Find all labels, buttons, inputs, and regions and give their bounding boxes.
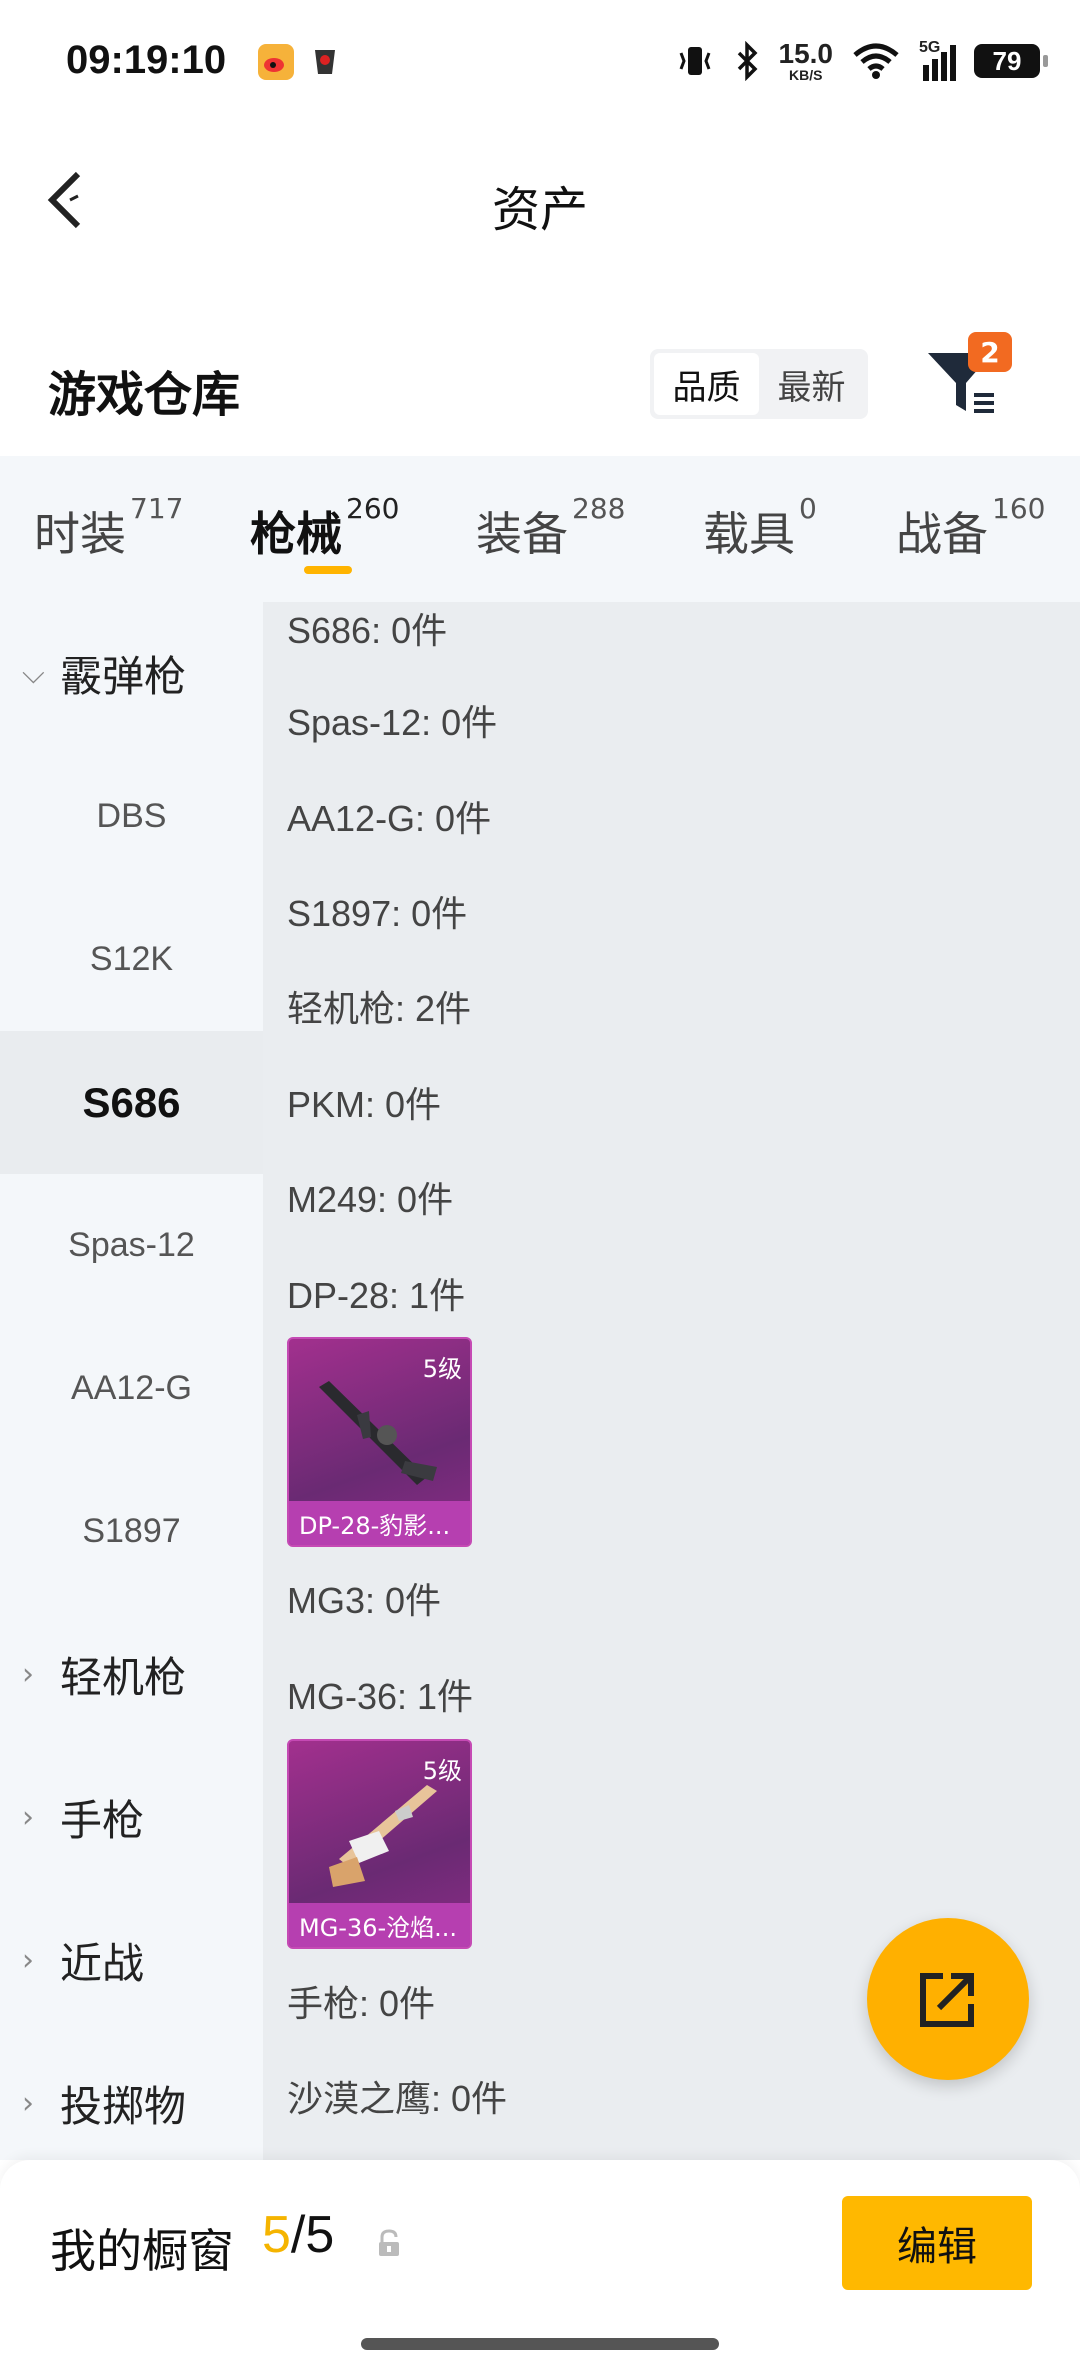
- tab-count: 717: [130, 492, 184, 525]
- share-icon: [920, 1973, 974, 2027]
- sidebar-item-label: S686: [82, 1078, 181, 1126]
- list-item: MG-36: 1件: [287, 1676, 474, 1717]
- sidebar-item-label: Spas-12: [68, 1226, 195, 1264]
- page-title: 资产: [491, 182, 588, 238]
- warehouse-title: 游戏仓库: [48, 367, 241, 423]
- sidebar-item-s1897[interactable]: S1897: [0, 1460, 263, 1603]
- sort-newest-button[interactable]: 最新: [759, 353, 864, 415]
- share-fab[interactable]: [867, 1918, 1029, 2080]
- lmg-skin-icon: [329, 1785, 437, 1887]
- battery-icon: 79: [974, 44, 1048, 78]
- showcase-count: 5/5: [262, 2205, 334, 2265]
- app-notification-icon: [310, 44, 340, 80]
- sidebar-item-label: 轻机枪: [60, 1653, 187, 1702]
- list-item: 手枪: 0件: [287, 1983, 436, 2024]
- lock-icon: [379, 2229, 399, 2256]
- sidebar-item-s686[interactable]: S686: [0, 1031, 263, 1174]
- sidebar-item-lmg[interactable]: › 轻机枪: [0, 1603, 263, 1746]
- sidebar-item-label: 霰弹枪: [60, 652, 187, 701]
- chevron-right-icon: ›: [22, 1800, 34, 1835]
- home-indicator[interactable]: [361, 2338, 719, 2350]
- tab-label: 装备: [476, 507, 568, 561]
- tab-label: 枪械: [250, 507, 342, 561]
- tab-supplies[interactable]: 战备 160: [896, 492, 1045, 564]
- sidebar-item-throwables[interactable]: › 投掷物: [0, 2032, 263, 2175]
- weapon-category-sidebar: ⌵ 霰弹枪 DBS S12K S686 Spas-12 AA12-G S1897…: [0, 602, 263, 2160]
- sidebar-item-melee[interactable]: › 近战: [0, 1889, 263, 2032]
- sidebar-item-spas12[interactable]: Spas-12: [0, 1174, 263, 1317]
- active-tab-indicator: [304, 566, 352, 574]
- card-name: MG-36-沧焰...: [289, 1903, 470, 1947]
- showcase-total: 5: [305, 2206, 335, 2264]
- sidebar-item-label: 手枪: [60, 1796, 145, 1845]
- chevron-right-icon: ›: [22, 1657, 34, 1692]
- chevron-right-icon: ›: [22, 2086, 34, 2121]
- sidebar-item-aa12g[interactable]: AA12-G: [0, 1317, 263, 1460]
- sidebar-item-label: 投掷物: [60, 2082, 187, 2131]
- tab-fashion[interactable]: 时装 717: [34, 492, 183, 564]
- sidebar-item-shotgun[interactable]: ⌵ 霰弹枪: [0, 602, 263, 745]
- sidebar-item-label: S1897: [82, 1512, 181, 1550]
- tab-count: 260: [346, 492, 400, 525]
- tab-label: 时装: [34, 507, 126, 561]
- cell-signal-icon: 5G: [919, 39, 956, 81]
- list-item: AA12-G: 0件: [287, 798, 492, 839]
- weapon-skin-card[interactable]: 5级 MG-36-沧焰...: [287, 1739, 472, 1949]
- bluetooth-icon: [737, 41, 757, 81]
- tab-count: 0: [799, 492, 817, 525]
- vibrate-icon: [679, 47, 710, 75]
- sidebar-item-label: 近战: [60, 1939, 145, 1988]
- list-item: MG3: 0件: [287, 1580, 442, 1621]
- edit-button[interactable]: 编辑: [842, 2196, 1032, 2290]
- showcase-separator: /: [290, 2206, 306, 2264]
- list-item: S686: 0件: [287, 610, 448, 651]
- sidebar-item-label: DBS: [96, 797, 167, 835]
- list-item: Spas-12: 0件: [287, 702, 498, 743]
- list-item: 轻机枪: 2件: [287, 988, 472, 1029]
- list-item: S1897: 0件: [287, 893, 468, 934]
- sort-toggle: 品质 最新: [650, 349, 868, 419]
- status-time: 09:19:10: [66, 38, 227, 82]
- wifi-icon: [853, 43, 899, 79]
- list-item: 沙漠之鹰: 0件: [287, 2078, 508, 2119]
- filter-count-badge: 2: [968, 332, 1012, 372]
- tab-count: 160: [992, 492, 1046, 525]
- chevron-down-icon: ⌵: [22, 656, 45, 691]
- sidebar-item-s12k[interactable]: S12K: [0, 888, 263, 1031]
- sidebar-item-label: S12K: [89, 940, 174, 978]
- weapon-skin-card[interactable]: 5级 DP-28-豹影...: [287, 1337, 472, 1547]
- network-speed: 15.0 KB/S: [778, 38, 834, 83]
- sort-quality-button[interactable]: 品质: [654, 353, 759, 415]
- tab-label: 载具: [703, 507, 795, 561]
- list-item: PKM: 0件: [287, 1084, 442, 1125]
- lmg-skin-icon: [319, 1381, 437, 1485]
- tab-label: 战备: [896, 507, 988, 561]
- chevron-right-icon: ›: [22, 1943, 34, 1978]
- weibo-notification-icon: [258, 44, 294, 80]
- tab-equipment[interactable]: 装备 288: [476, 492, 625, 564]
- sidebar-item-label: AA12-G: [71, 1369, 192, 1407]
- list-item: M249: 0件: [287, 1179, 454, 1220]
- sidebar-item-pistol[interactable]: › 手枪: [0, 1746, 263, 1889]
- showcase-label: 我的橱窗: [50, 2224, 234, 2278]
- tab-vehicles[interactable]: 载具 0: [703, 492, 817, 564]
- tab-firearms[interactable]: 枪械 260: [250, 492, 399, 564]
- sidebar-item-dbs[interactable]: DBS: [0, 745, 263, 888]
- card-name: DP-28-豹影...: [289, 1501, 470, 1545]
- showcase-current: 5: [262, 2206, 291, 2264]
- status-icons: 15.0 KB/S 5G 79: [675, 38, 1048, 83]
- tab-count: 288: [572, 492, 626, 525]
- list-item: DP-28: 1件: [287, 1275, 466, 1316]
